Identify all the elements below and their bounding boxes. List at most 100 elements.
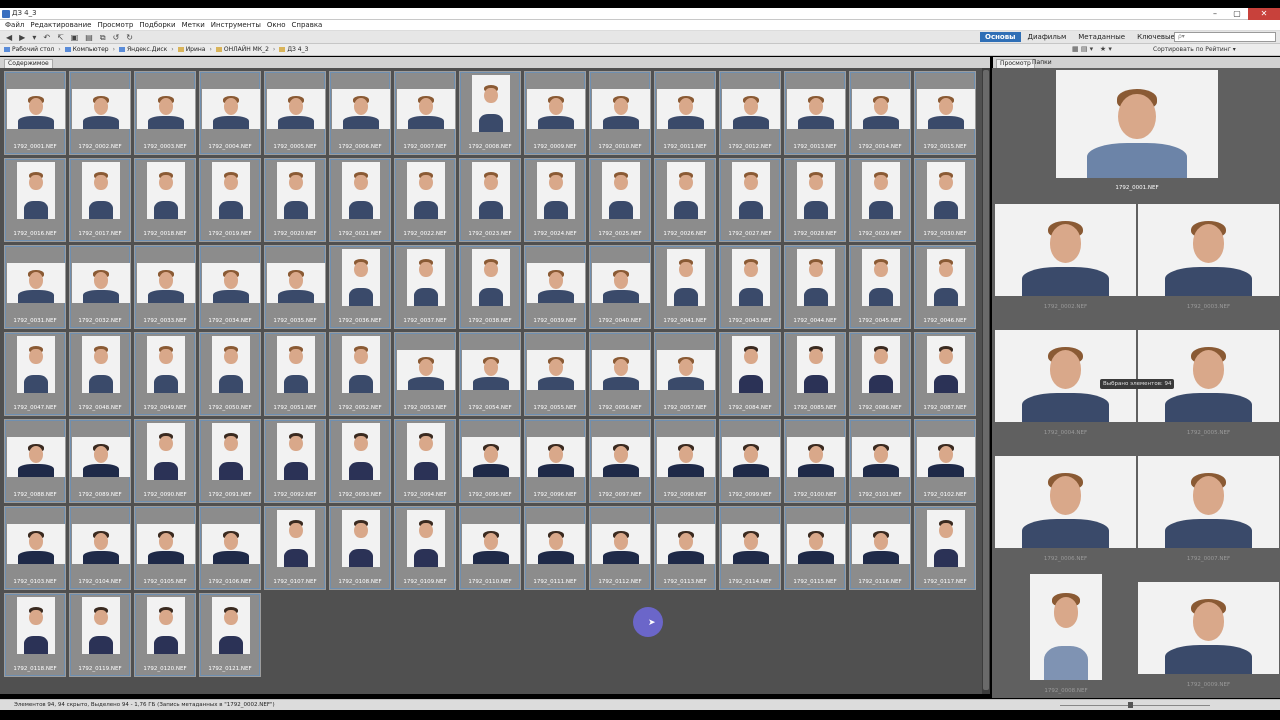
breadcrumb-item[interactable]: ОНЛАЙН МК_2 bbox=[215, 46, 269, 53]
menu-item[interactable]: Инструменты bbox=[208, 20, 264, 30]
sort-dropdown[interactable]: Сортировать по Рейтинг ▾ bbox=[1153, 46, 1236, 53]
thumbnail[interactable]: 1792_0037.NEF bbox=[394, 245, 456, 329]
thumbnail[interactable]: 1792_0044.NEF bbox=[784, 245, 846, 329]
thumbnail[interactable]: 1792_0010.NEF bbox=[589, 71, 651, 155]
breadcrumb-item[interactable]: Ирина bbox=[177, 46, 205, 53]
thumbnail[interactable]: 1792_0041.NEF bbox=[654, 245, 716, 329]
thumbnail[interactable]: 1792_0019.NEF bbox=[199, 158, 261, 242]
search-input[interactable]: ρ▾ bbox=[1174, 32, 1276, 42]
thumbnail[interactable]: 1792_0048.NEF bbox=[69, 332, 131, 416]
thumbnail[interactable]: 1792_0032.NEF bbox=[69, 245, 131, 329]
thumbnail[interactable]: 1792_0104.NEF bbox=[69, 506, 131, 590]
thumbnail[interactable]: 1792_0016.NEF bbox=[4, 158, 66, 242]
thumbnail[interactable]: 1792_0024.NEF bbox=[524, 158, 586, 242]
maximize-button[interactable]: ▢ bbox=[1226, 8, 1248, 20]
preview-image[interactable] bbox=[995, 456, 1136, 548]
thumbnail[interactable]: 1792_0049.NEF bbox=[134, 332, 196, 416]
preview-image[interactable] bbox=[1138, 204, 1279, 296]
thumbnail[interactable]: 1792_0007.NEF bbox=[394, 71, 456, 155]
thumbnail[interactable]: 1792_0014.NEF bbox=[849, 71, 911, 155]
thumbnail[interactable]: 1792_0003.NEF bbox=[134, 71, 196, 155]
thumbnail[interactable]: 1792_0011.NEF bbox=[654, 71, 716, 155]
thumbnail[interactable]: 1792_0119.NEF bbox=[69, 593, 131, 677]
thumbnail-size-slider[interactable] bbox=[1060, 705, 1210, 706]
thumbnail[interactable]: 1792_0099.NEF bbox=[719, 419, 781, 503]
thumbnail[interactable]: 1792_0023.NEF bbox=[459, 158, 521, 242]
thumbnail[interactable]: 1792_0111.NEF bbox=[524, 506, 586, 590]
back-icon[interactable]: ◀ bbox=[6, 33, 12, 43]
camera-icon[interactable]: ▣ bbox=[71, 33, 79, 43]
thumbnail[interactable]: 1792_0035.NEF bbox=[264, 245, 326, 329]
refine-icon[interactable]: ▤ bbox=[85, 33, 93, 43]
thumbnail[interactable]: 1792_0036.NEF bbox=[329, 245, 391, 329]
thumbnail[interactable]: 1792_0117.NEF bbox=[914, 506, 976, 590]
thumbnail[interactable]: 1792_0040.NEF bbox=[589, 245, 651, 329]
thumbnail[interactable]: 1792_0055.NEF bbox=[524, 332, 586, 416]
preview-image[interactable] bbox=[1030, 574, 1102, 680]
preview-main-image[interactable] bbox=[1056, 70, 1218, 178]
thumbnail[interactable]: 1792_0028.NEF bbox=[784, 158, 846, 242]
preview-image[interactable] bbox=[995, 330, 1136, 422]
menu-item[interactable]: Просмотр bbox=[94, 20, 136, 30]
scrollbar-thumb[interactable] bbox=[983, 70, 989, 690]
thumbnail[interactable]: 1792_0091.NEF bbox=[199, 419, 261, 503]
thumbnail[interactable]: 1792_0103.NEF bbox=[4, 506, 66, 590]
close-button[interactable]: ✕ bbox=[1248, 8, 1280, 20]
thumbnail[interactable]: 1792_0034.NEF bbox=[199, 245, 261, 329]
menu-item[interactable]: Справка bbox=[289, 20, 326, 30]
thumbnail[interactable]: 1792_0120.NEF bbox=[134, 593, 196, 677]
thumbnail[interactable]: 1792_0053.NEF bbox=[394, 332, 456, 416]
thumbnail[interactable]: 1792_0005.NEF bbox=[264, 71, 326, 155]
thumbnail[interactable]: 1792_0108.NEF bbox=[329, 506, 391, 590]
thumbnail[interactable]: 1792_0047.NEF bbox=[4, 332, 66, 416]
thumbnail[interactable]: 1792_0121.NEF bbox=[199, 593, 261, 677]
dropdown-icon[interactable]: ▾ bbox=[32, 33, 36, 43]
breadcrumb-item[interactable]: ДЗ 4_3 bbox=[279, 46, 308, 53]
thumbnail[interactable]: 1792_0097.NEF bbox=[589, 419, 651, 503]
thumbnail[interactable]: 1792_0113.NEF bbox=[654, 506, 716, 590]
breadcrumb-item[interactable]: Рабочий стол bbox=[4, 46, 54, 53]
thumbnail[interactable]: 1792_0043.NEF bbox=[719, 245, 781, 329]
minimize-button[interactable]: – bbox=[1204, 8, 1226, 20]
thumbnail[interactable]: 1792_0116.NEF bbox=[849, 506, 911, 590]
breadcrumb-item[interactable]: Яндекс.Диск bbox=[119, 46, 167, 53]
thumbnail[interactable]: 1792_0112.NEF bbox=[589, 506, 651, 590]
thumbnail[interactable]: 1792_0094.NEF bbox=[394, 419, 456, 503]
thumbnail[interactable]: 1792_0101.NEF bbox=[849, 419, 911, 503]
menu-item[interactable]: Редактирование bbox=[27, 20, 94, 30]
workspace-tab[interactable]: Основы bbox=[980, 32, 1021, 42]
thumbnail[interactable]: 1792_0018.NEF bbox=[134, 158, 196, 242]
thumbnail[interactable]: 1792_0031.NEF bbox=[4, 245, 66, 329]
reveal-icon[interactable]: ↸ bbox=[57, 33, 64, 43]
rotate-left-icon[interactable]: ↺ bbox=[113, 33, 120, 43]
thumbnail[interactable]: 1792_0017.NEF bbox=[69, 158, 131, 242]
forward-icon[interactable]: ▶ bbox=[19, 33, 25, 43]
thumbnail[interactable]: 1792_0008.NEF bbox=[459, 71, 521, 155]
thumbnail[interactable]: 1792_0086.NEF bbox=[849, 332, 911, 416]
menu-item[interactable]: Окно bbox=[264, 20, 289, 30]
thumbnail[interactable]: 1792_0026.NEF bbox=[654, 158, 716, 242]
thumbnail[interactable]: 1792_0013.NEF bbox=[784, 71, 846, 155]
thumbnail[interactable]: 1792_0009.NEF bbox=[524, 71, 586, 155]
thumbnail[interactable]: 1792_0038.NEF bbox=[459, 245, 521, 329]
thumbnail[interactable]: 1792_0109.NEF bbox=[394, 506, 456, 590]
thumbnail[interactable]: 1792_0085.NEF bbox=[784, 332, 846, 416]
rotate-right-icon[interactable]: ↻ bbox=[126, 33, 133, 43]
thumbnail[interactable]: 1792_0095.NEF bbox=[459, 419, 521, 503]
workspace-tab[interactable]: Диафильм bbox=[1023, 32, 1072, 42]
thumbnail[interactable]: 1792_0100.NEF bbox=[784, 419, 846, 503]
tab-content[interactable]: Содержимое bbox=[4, 59, 53, 68]
history-icon[interactable]: ↶ bbox=[43, 33, 50, 43]
thumbnail[interactable]: 1792_0021.NEF bbox=[329, 158, 391, 242]
thumbnail[interactable]: 1792_0090.NEF bbox=[134, 419, 196, 503]
thumbnail[interactable]: 1792_0052.NEF bbox=[329, 332, 391, 416]
thumbnail[interactable]: 1792_0118.NEF bbox=[4, 593, 66, 677]
thumbnail[interactable]: 1792_0057.NEF bbox=[654, 332, 716, 416]
menu-item[interactable]: Файл bbox=[2, 20, 27, 30]
thumbnail[interactable]: 1792_0015.NEF bbox=[914, 71, 976, 155]
breadcrumb-item[interactable]: Компьютер bbox=[64, 46, 109, 53]
thumbnail[interactable]: 1792_0102.NEF bbox=[914, 419, 976, 503]
thumbnail[interactable]: 1792_0046.NEF bbox=[914, 245, 976, 329]
thumbnail[interactable]: 1792_0029.NEF bbox=[849, 158, 911, 242]
thumbnail[interactable]: 1792_0089.NEF bbox=[69, 419, 131, 503]
